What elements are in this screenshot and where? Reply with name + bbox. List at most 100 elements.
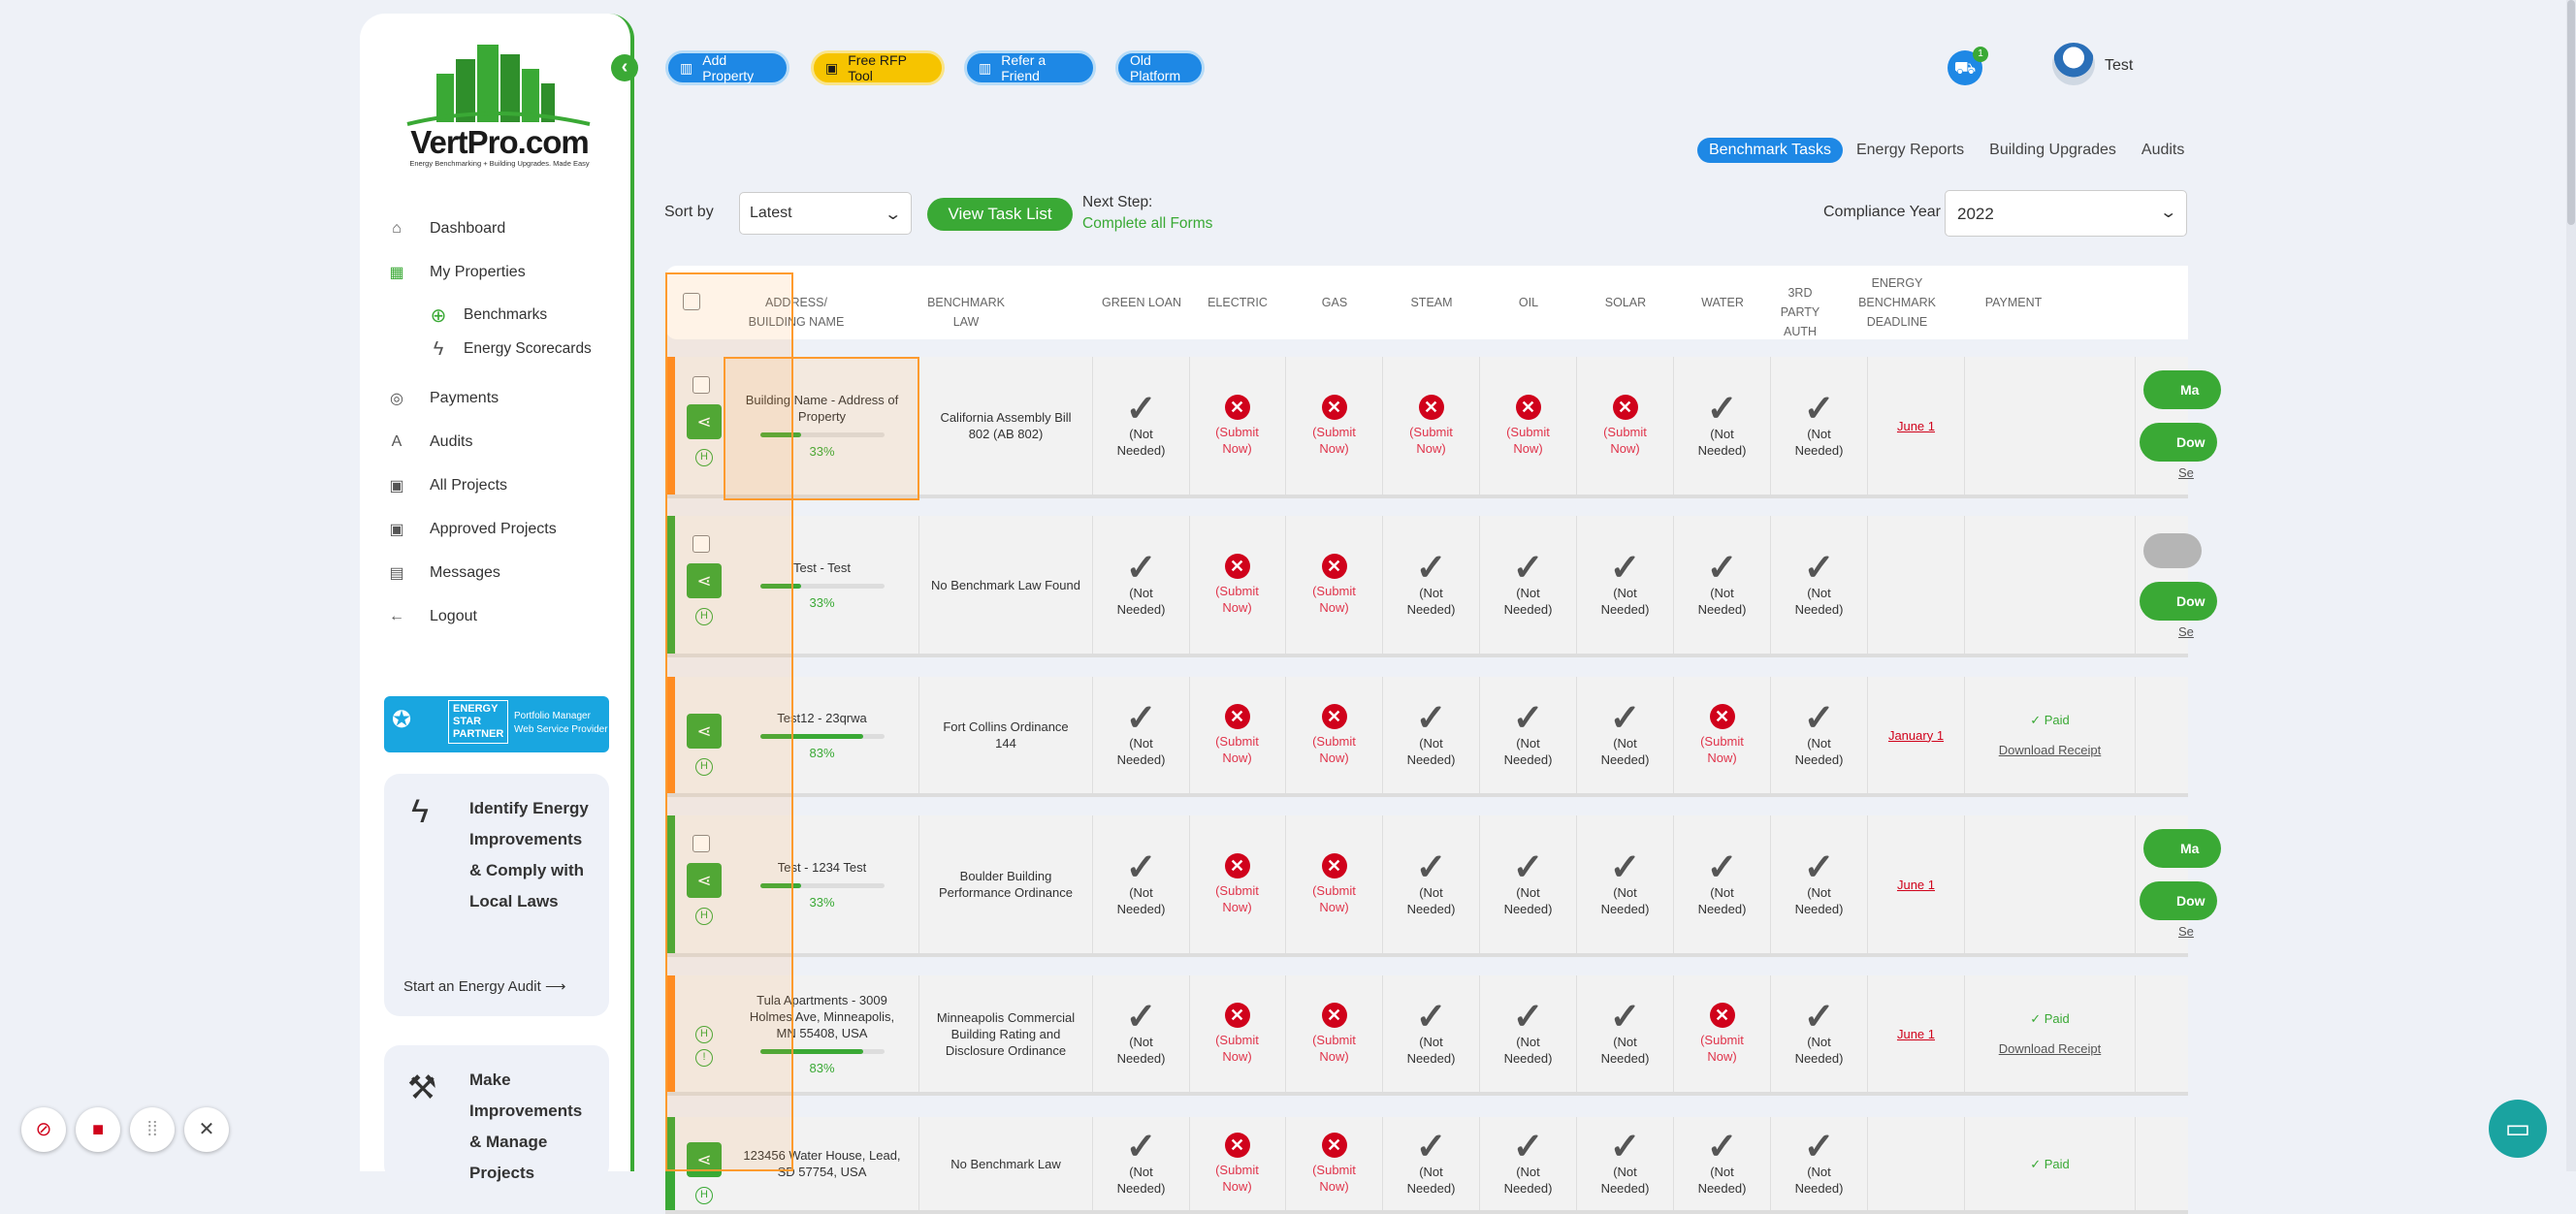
benchmark-law-cell: California Assembly Bill 802 (AB 802) xyxy=(919,357,1093,495)
status-cell[interactable]: ✓ (Not Needed) xyxy=(1383,975,1480,1092)
add-property-button[interactable]: ▥ Add Property xyxy=(665,50,789,85)
stop-recording-icon[interactable]: ■ xyxy=(76,1107,120,1152)
sidebar-item-benchmarks[interactable]: ⊕ Benchmarks xyxy=(427,301,548,330)
scrollbar-thumb[interactable] xyxy=(2567,0,2575,225)
status-cell[interactable]: ✓ (Not Needed) xyxy=(1771,815,1868,953)
tab-energy-reports[interactable]: Energy Reports xyxy=(1845,138,1976,163)
row-action-button[interactable]: Ma xyxy=(2143,370,2221,409)
status-cell[interactable]: ✓ (Not Needed) xyxy=(1383,516,1480,654)
status-cell[interactable]: ✓ (Not Needed) xyxy=(1577,975,1674,1092)
next-step-label: Next Step: xyxy=(1082,194,1153,210)
tab-building-upgrades[interactable]: Building Upgrades xyxy=(1978,138,2128,163)
status-cell[interactable]: ✓ (Not Needed) xyxy=(1093,815,1190,953)
status-cell[interactable]: ✕ (Submit Now) xyxy=(1189,677,1286,793)
status-cell[interactable]: ✕ (Submit Now) xyxy=(1286,357,1383,495)
check-icon: ✓ xyxy=(1415,698,1447,739)
sidebar-item-payments[interactable]: ◎ Payments xyxy=(383,381,499,416)
sidebar-item-logout[interactable]: ← Logout xyxy=(383,599,477,634)
error-x-icon: ✕ xyxy=(1224,704,1250,729)
free-rfp-tool-button[interactable]: ▣ Free RFP Tool xyxy=(811,50,945,85)
status-cell[interactable]: ✓ (Not Needed) xyxy=(1480,815,1577,953)
row-secondary-link[interactable]: Se xyxy=(2178,624,2194,639)
sidebar-item-my-properties[interactable]: ▦ My Properties xyxy=(383,255,525,290)
avatar[interactable] xyxy=(2052,43,2095,85)
status-cell[interactable]: ✓ (Not Needed) xyxy=(1480,1117,1577,1210)
sidebar-item-approved-projects[interactable]: ▣ Approved Projects xyxy=(383,512,556,547)
status-cell[interactable]: ✕ (Submit Now) xyxy=(1286,677,1383,793)
status-cell[interactable]: ✕ (Submit Now) xyxy=(1674,677,1771,793)
sidebar-item-messages[interactable]: ▤ Messages xyxy=(383,556,499,591)
status-cell[interactable]: ✕ (Submit Now) xyxy=(1189,357,1286,495)
download-receipt-link[interactable]: Download Receipt xyxy=(1999,1040,2102,1057)
status-cell[interactable]: ✓ (Not Needed) xyxy=(1383,1117,1480,1210)
view-task-list-button[interactable]: View Task List xyxy=(927,198,1073,231)
status-cell[interactable]: ✓ (Not Needed) xyxy=(1093,1117,1190,1210)
check-icon: ✓ xyxy=(1125,847,1157,888)
status-cell[interactable]: ✓ (Not Needed) xyxy=(1480,975,1577,1092)
status-cell[interactable]: ✓ (Not Needed) xyxy=(1093,357,1190,495)
status-cell[interactable]: ✕ (Submit Now) xyxy=(1286,516,1383,654)
status-cell[interactable]: ✕ (Submit Now) xyxy=(1189,1117,1286,1210)
status-cell[interactable]: ✓ (Not Needed) xyxy=(1674,1117,1771,1210)
check-icon: ✓ xyxy=(1512,698,1544,739)
sidebar-item-audits[interactable]: A Audits xyxy=(383,425,473,460)
status-cell[interactable]: ✓ (Not Needed) xyxy=(1383,815,1480,953)
status-cell[interactable]: ✓ (Not Needed) xyxy=(1577,677,1674,793)
status-cell[interactable]: ✓ (Not Needed) xyxy=(1771,677,1868,793)
compliance-year-select[interactable]: 2022 ⌄ xyxy=(1945,190,2187,237)
status-cell[interactable]: ✓ (Not Needed) xyxy=(1771,357,1868,495)
grid-icon[interactable]: ⁞⁞ xyxy=(130,1107,175,1152)
start-energy-audit-link[interactable]: Start an Energy Audit ⟶ xyxy=(403,977,565,995)
user-name[interactable]: Test xyxy=(2105,57,2133,75)
status-cell[interactable]: ✓ (Not Needed) xyxy=(1577,1117,1674,1210)
status-cell[interactable]: ✓ (Not Needed) xyxy=(1093,516,1190,654)
status-cell[interactable]: ✓ (Not Needed) xyxy=(1480,677,1577,793)
error-x-icon: ✕ xyxy=(1224,1003,1250,1028)
status-cell[interactable]: ✓ (Not Needed) xyxy=(1577,815,1674,953)
next-step-link[interactable]: Complete all Forms xyxy=(1082,215,1212,233)
status-cell[interactable]: ✓ (Not Needed) xyxy=(1771,516,1868,654)
chat-icon[interactable]: ▭ xyxy=(2489,1100,2547,1158)
status-cell[interactable]: ✓ (Not Needed) xyxy=(1674,815,1771,953)
status-cell[interactable]: ✕ (Submit Now) xyxy=(1674,975,1771,1092)
status-cell[interactable]: ✓ (Not Needed) xyxy=(1480,516,1577,654)
status-cell[interactable]: ✓ (Not Needed) xyxy=(1577,516,1674,654)
status-cell[interactable]: ✕ (Submit Now) xyxy=(1286,975,1383,1092)
status-cell[interactable]: ✓ (Not Needed) xyxy=(1674,516,1771,654)
tab-audits[interactable]: Audits xyxy=(2130,138,2196,163)
status-cell[interactable]: ✕ (Submit Now) xyxy=(1189,975,1286,1092)
status-cell[interactable]: ✕ (Submit Now) xyxy=(1286,1117,1383,1210)
status-cell[interactable]: ✕ (Submit Now) xyxy=(1383,357,1480,495)
history-icon[interactable]: H xyxy=(695,1187,713,1204)
status-cell[interactable]: ✓ (Not Needed) xyxy=(1674,357,1771,495)
status-cell[interactable]: ✕ (Submit Now) xyxy=(1577,357,1674,495)
collapse-sidebar-button[interactable]: ‹ xyxy=(611,54,638,81)
row-action-button[interactable]: Dow xyxy=(2140,423,2217,462)
close-icon[interactable]: ✕ xyxy=(184,1107,229,1152)
sort-select[interactable]: Latest ⌄ xyxy=(739,192,912,235)
status-cell[interactable]: ✓ (Not Needed) xyxy=(1093,677,1190,793)
cell-highlight-overlay xyxy=(724,357,919,500)
download-receipt-link[interactable]: Download Receipt xyxy=(1999,742,2102,758)
row-secondary-link[interactable]: Se xyxy=(2178,924,2194,939)
status-cell[interactable]: ✓ (Not Needed) xyxy=(1383,677,1480,793)
status-cell[interactable]: ✓ (Not Needed) xyxy=(1093,975,1190,1092)
sidebar-item-dashboard[interactable]: ⌂ Dashboard xyxy=(383,211,505,246)
row-action-button[interactable]: Dow xyxy=(2140,582,2217,621)
status-cell[interactable]: ✕ (Submit Now) xyxy=(1286,815,1383,953)
sidebar-item-all-projects[interactable]: ▣ All Projects xyxy=(383,468,507,503)
camera-off-icon[interactable]: ⊘ xyxy=(21,1107,66,1152)
row-secondary-link[interactable]: Se xyxy=(2178,465,2194,480)
refer-a-friend-button[interactable]: ▥ Refer a Friend xyxy=(964,50,1096,85)
row-action-button[interactable]: Ma xyxy=(2143,829,2221,868)
vertpro-logo[interactable]: VertPro.com Energy Benchmarking + Buildi… xyxy=(398,35,592,171)
row-action-button[interactable]: Dow xyxy=(2140,881,2217,920)
status-cell[interactable]: ✓ (Not Needed) xyxy=(1771,975,1868,1092)
old-platform-button[interactable]: Old Platform xyxy=(1115,50,1205,85)
status-cell[interactable]: ✕ (Submit Now) xyxy=(1189,815,1286,953)
status-cell[interactable]: ✕ (Submit Now) xyxy=(1480,357,1577,495)
status-cell[interactable]: ✓ (Not Needed) xyxy=(1771,1117,1868,1210)
status-cell[interactable]: ✕ (Submit Now) xyxy=(1189,516,1286,654)
sidebar-item-energy-scorecards[interactable]: ϟ Energy Scorecards xyxy=(427,335,592,364)
tab-benchmark-tasks[interactable]: Benchmark Tasks xyxy=(1697,138,1843,163)
